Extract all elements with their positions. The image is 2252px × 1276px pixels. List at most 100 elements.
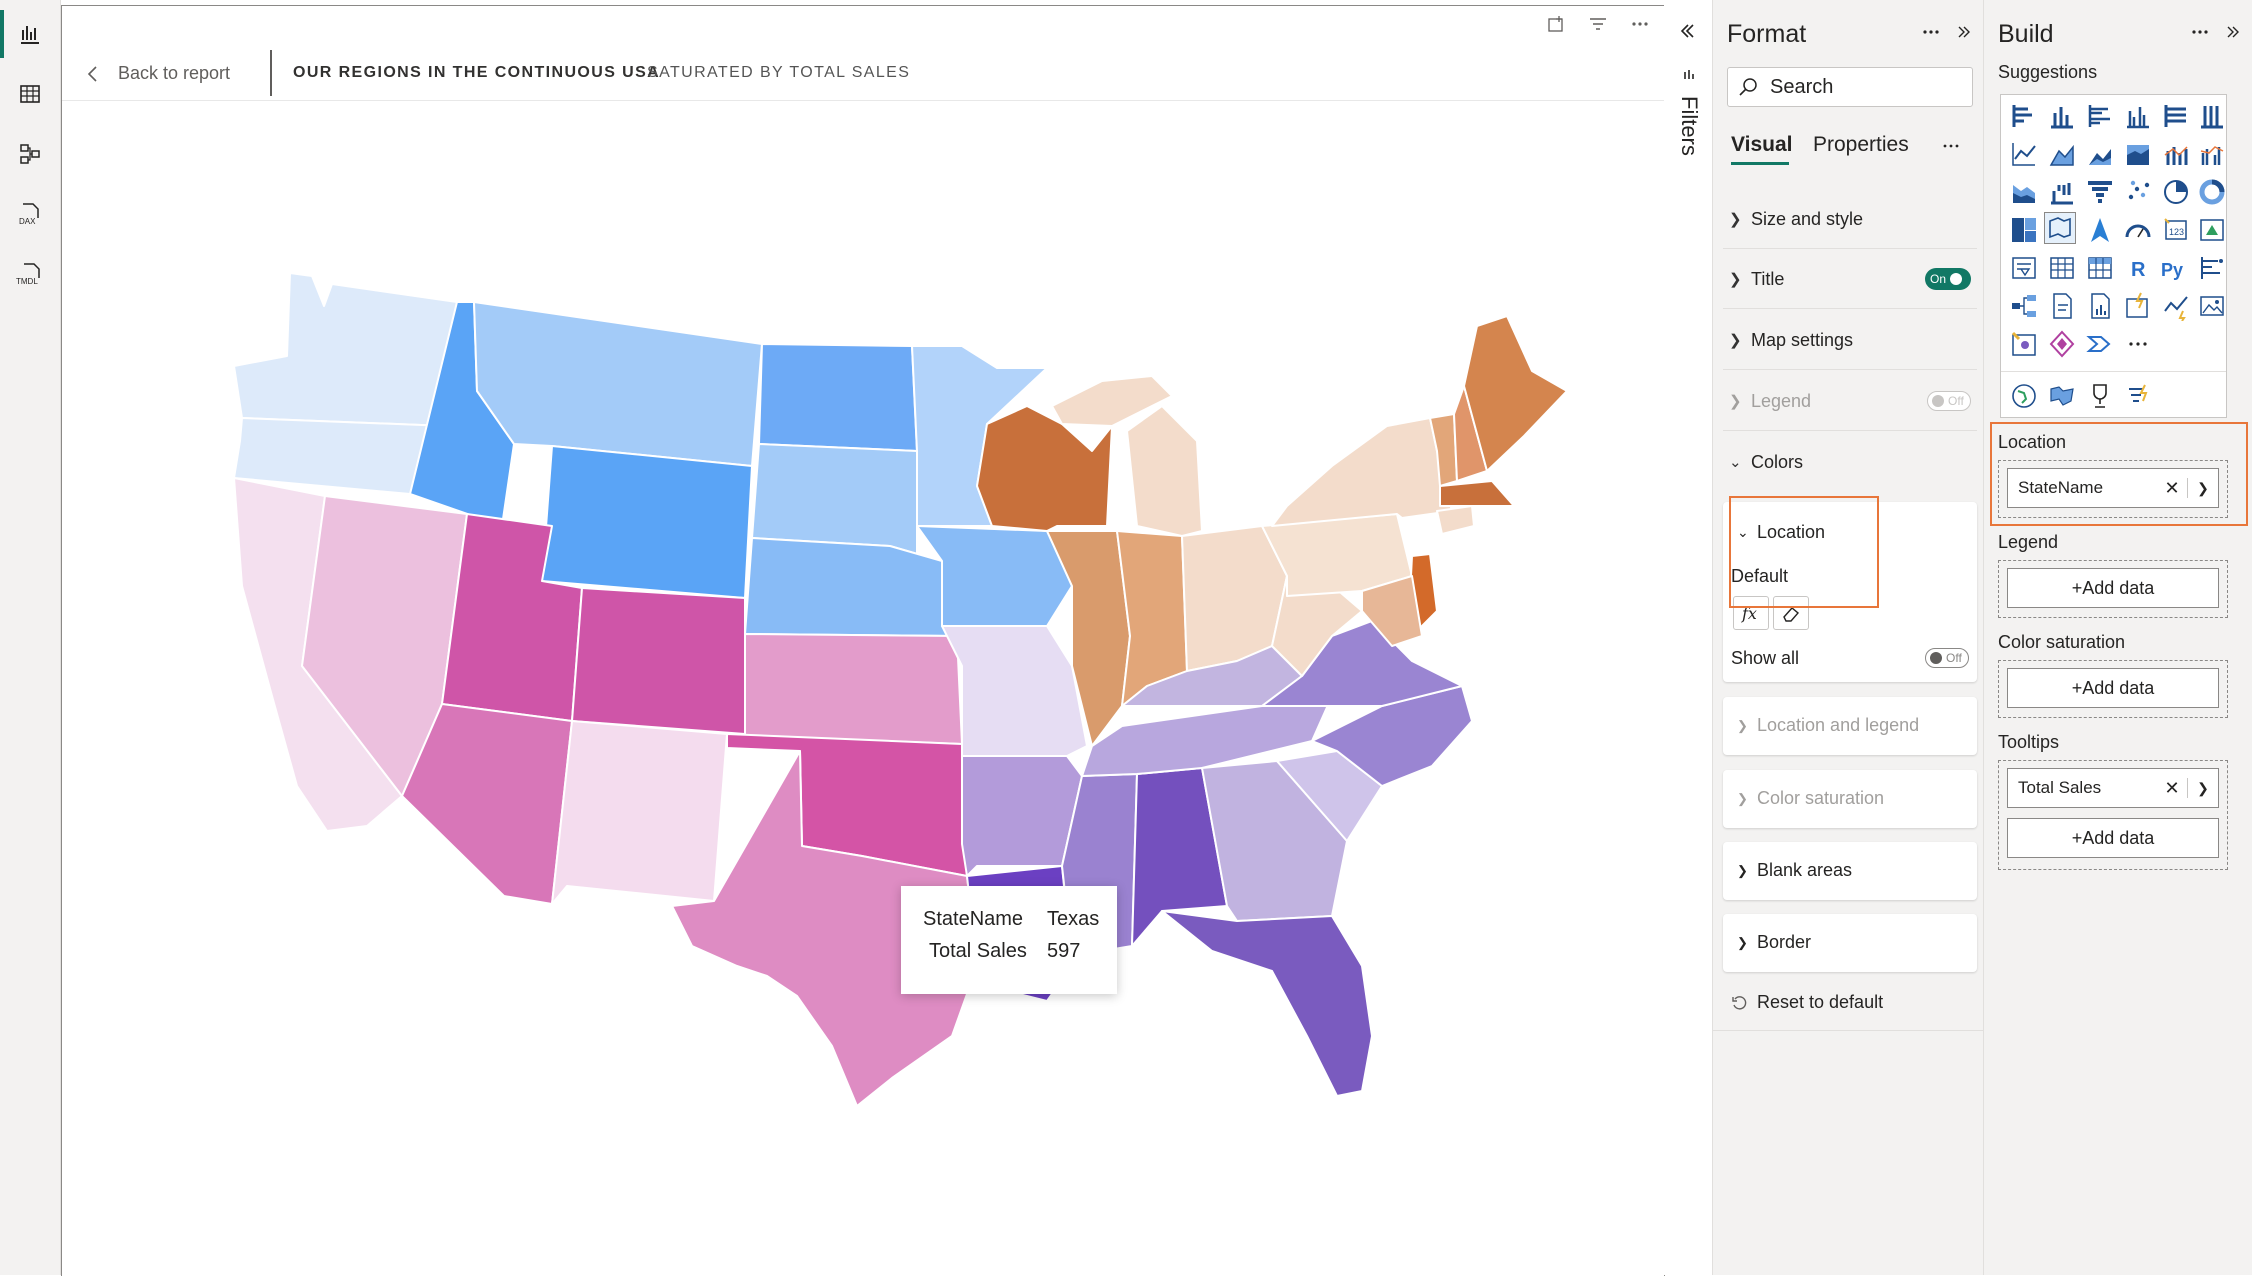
remove-field-icon[interactable]: ✕ bbox=[2157, 478, 2187, 499]
state-massachusetts bbox=[1439, 480, 1515, 507]
show-all-toggle[interactable]: Off bbox=[1925, 648, 1969, 668]
r-visual-icon[interactable]: R bbox=[2123, 253, 2153, 283]
tooltip-key-statename: StateName bbox=[923, 908, 1024, 930]
tooltips-add-data-button[interactable]: +Add data bbox=[2007, 818, 2219, 858]
blank-areas-card[interactable]: ❯ Blank areas bbox=[1723, 842, 1977, 900]
show-all-label: Show all bbox=[1731, 648, 1800, 668]
smart-narrative-icon[interactable] bbox=[2123, 291, 2153, 321]
line-and-stacked-column-icon[interactable] bbox=[2161, 139, 2191, 169]
key-influencers-icon[interactable] bbox=[2197, 253, 2227, 283]
table-icon[interactable] bbox=[2047, 253, 2077, 283]
color-saturation-card[interactable]: ❯ Color saturation bbox=[1723, 770, 1977, 828]
trophy-icon[interactable] bbox=[2085, 381, 2115, 411]
filters-pane-collapsed[interactable]: Filters bbox=[1664, 0, 1713, 1275]
treemap-icon[interactable] bbox=[2009, 215, 2039, 245]
power-automate-icon[interactable] bbox=[2047, 329, 2077, 359]
more-options-icon[interactable] bbox=[1630, 14, 1650, 39]
stacked-area-chart-icon[interactable] bbox=[2085, 139, 2115, 169]
power-apps-icon[interactable] bbox=[2009, 329, 2039, 359]
dax-query-icon[interactable]: DAX bbox=[12, 196, 48, 232]
tooltips-well[interactable]: Total Sales ✕ ❯ +Add data bbox=[1998, 760, 2228, 870]
paginated-report-icon[interactable] bbox=[2085, 291, 2115, 321]
chevron-right-icon: ❯ bbox=[1729, 211, 1742, 228]
svg-text:TMDL: TMDL bbox=[16, 277, 38, 286]
color-saturation-add-data-button[interactable]: +Add data bbox=[2007, 668, 2219, 708]
legend-well-label: Legend bbox=[1998, 532, 2059, 552]
shape-map-icon[interactable] bbox=[2047, 381, 2077, 411]
section-map-settings[interactable]: ❯ Map settings bbox=[1723, 311, 1977, 370]
tooltip-field-pill[interactable]: Total Sales ✕ ❯ bbox=[2007, 768, 2219, 808]
waterfall-chart-icon[interactable] bbox=[2047, 177, 2077, 207]
custom-visual-icon[interactable] bbox=[2123, 381, 2153, 411]
azure-map-icon[interactable] bbox=[2085, 215, 2115, 245]
clustered-column-chart-icon[interactable] bbox=[2123, 101, 2153, 131]
svg-text:DAX: DAX bbox=[19, 217, 36, 226]
stacked-column-chart-icon[interactable] bbox=[2047, 101, 2077, 131]
section-legend[interactable]: ❯ Legend Off bbox=[1723, 372, 1977, 431]
qna-icon[interactable] bbox=[2047, 291, 2077, 321]
report-canvas: Back to report OUR REGIONS IN THE CONTIN… bbox=[61, 5, 1665, 1276]
python-visual-icon[interactable]: Py bbox=[2159, 253, 2189, 283]
tmdl-view-icon[interactable]: TMDL bbox=[12, 256, 48, 292]
color-saturation-well[interactable]: +Add data bbox=[1998, 660, 2228, 718]
tab-visual[interactable]: Visual bbox=[1731, 133, 1792, 157]
matrix-icon[interactable] bbox=[2085, 253, 2115, 283]
section-colors[interactable]: ⌄ Colors bbox=[1723, 433, 1977, 491]
legend-add-data-button[interactable]: +Add data bbox=[2007, 568, 2219, 608]
state-nebraska bbox=[744, 537, 958, 637]
area-chart-icon[interactable] bbox=[2047, 139, 2077, 169]
100-stacked-column-icon[interactable] bbox=[2197, 101, 2227, 131]
card-icon[interactable]: 123 bbox=[2161, 215, 2191, 245]
pin-visual-icon[interactable] bbox=[1546, 14, 1566, 39]
line-chart-icon[interactable] bbox=[2009, 139, 2039, 169]
collapse-pane-icon[interactable] bbox=[1957, 24, 1971, 45]
table-view-icon[interactable] bbox=[12, 76, 48, 112]
location-and-legend-card[interactable]: ❯ Location and legend bbox=[1723, 697, 1977, 755]
location-well[interactable]: StateName ✕ ❯ bbox=[1998, 460, 2228, 518]
globe-icon[interactable] bbox=[2009, 381, 2039, 411]
format-search-input[interactable]: Search bbox=[1727, 67, 1973, 107]
expand-filters-icon[interactable] bbox=[1678, 22, 1696, 45]
remove-field-icon[interactable]: ✕ bbox=[2157, 778, 2187, 799]
map-icon-selected[interactable] bbox=[2044, 212, 2076, 244]
collapse-pane-icon[interactable] bbox=[2226, 24, 2240, 45]
metrics-icon[interactable] bbox=[2161, 291, 2191, 321]
border-card[interactable]: ❯ Border bbox=[1723, 914, 1977, 972]
tab-more-icon[interactable] bbox=[1941, 136, 1961, 161]
more-options-icon[interactable] bbox=[2190, 22, 2210, 47]
back-to-report-button[interactable]: Back to report bbox=[86, 63, 230, 84]
gauge-icon[interactable] bbox=[2123, 215, 2153, 245]
narrative-icon[interactable] bbox=[2085, 329, 2115, 359]
title-toggle[interactable]: On bbox=[1925, 268, 1971, 290]
more-options-icon[interactable] bbox=[1921, 22, 1941, 47]
report-view-icon[interactable] bbox=[12, 16, 48, 52]
section-size-and-style[interactable]: ❯ Size and style bbox=[1723, 190, 1977, 249]
kpi-icon[interactable] bbox=[2197, 215, 2227, 245]
tab-properties[interactable]: Properties bbox=[1813, 133, 1909, 157]
chevron-right-icon[interactable]: ❯ bbox=[2188, 780, 2218, 797]
filter-icon[interactable] bbox=[1588, 14, 1608, 39]
line-and-clustered-column-icon[interactable] bbox=[2197, 139, 2227, 169]
section-title[interactable]: ❯ Title On bbox=[1723, 250, 1977, 309]
slicer-icon[interactable] bbox=[2009, 253, 2039, 283]
scatter-chart-icon[interactable] bbox=[2123, 177, 2153, 207]
100-stacked-bar-icon[interactable] bbox=[2161, 101, 2191, 131]
ribbon-chart-icon[interactable] bbox=[2009, 177, 2039, 207]
more-visuals-icon[interactable] bbox=[2123, 329, 2153, 359]
legend-toggle[interactable]: Off bbox=[1927, 391, 1971, 411]
location-field-pill[interactable]: StateName ✕ ❯ bbox=[2007, 468, 2219, 508]
legend-well[interactable]: +Add data bbox=[1998, 560, 2228, 618]
stacked-bar-chart-icon[interactable] bbox=[2009, 101, 2039, 131]
donut-chart-icon[interactable] bbox=[2197, 177, 2227, 207]
us-states-map[interactable] bbox=[62, 106, 1662, 1106]
chevron-right-icon[interactable]: ❯ bbox=[2188, 480, 2218, 497]
100-stacked-area-icon[interactable] bbox=[2123, 139, 2153, 169]
model-view-icon[interactable] bbox=[12, 136, 48, 172]
decomposition-tree-icon[interactable] bbox=[2009, 291, 2039, 321]
image-icon[interactable] bbox=[2197, 291, 2227, 321]
pie-chart-icon[interactable] bbox=[2161, 177, 2191, 207]
funnel-chart-icon[interactable] bbox=[2085, 177, 2115, 207]
map-tooltip: StateName Texas Total Sales 597 bbox=[901, 886, 1117, 994]
reset-to-default-button[interactable]: Reset to default bbox=[1731, 992, 1883, 1013]
clustered-bar-chart-icon[interactable] bbox=[2085, 101, 2115, 131]
